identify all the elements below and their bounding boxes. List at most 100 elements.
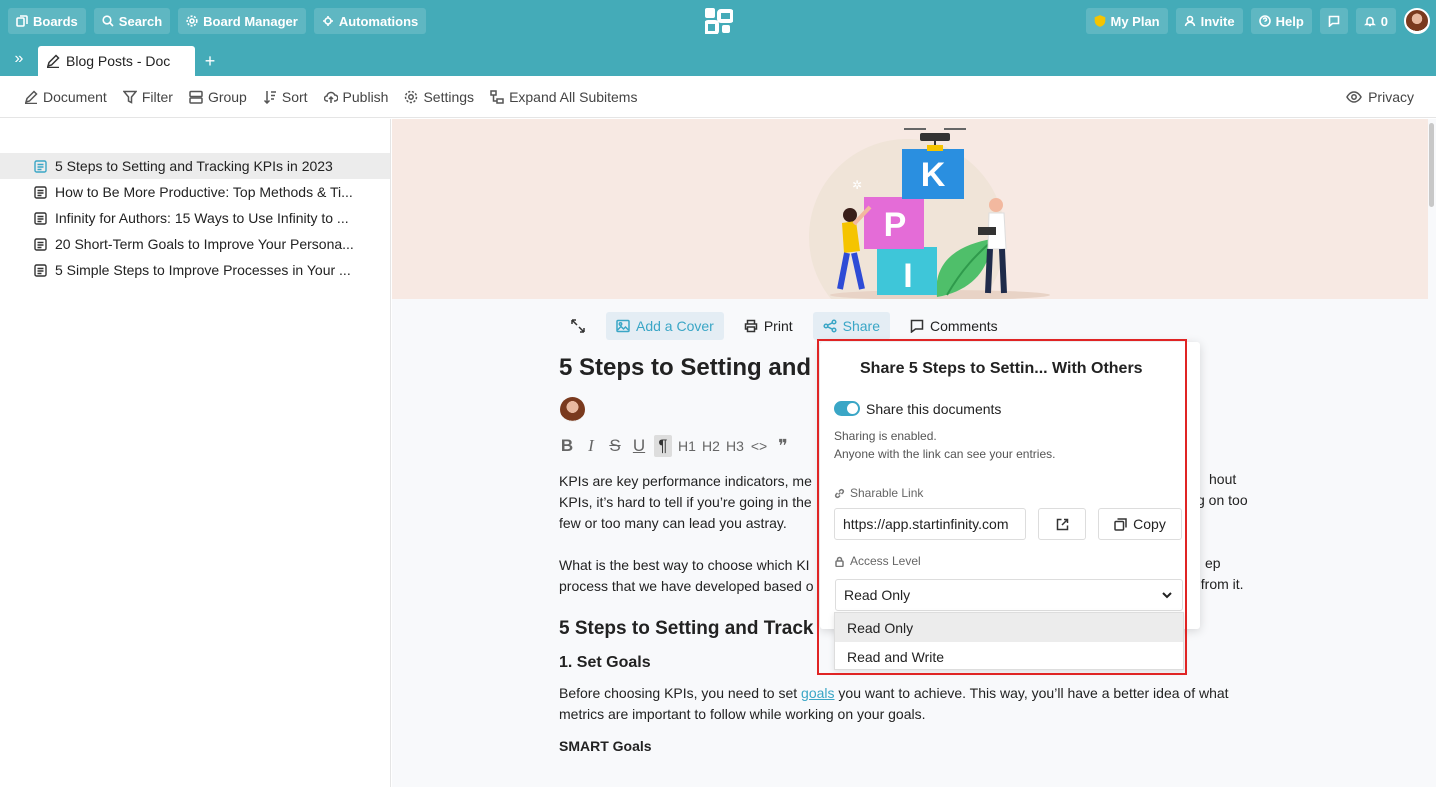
boards-label: Boards — [33, 13, 78, 29]
view-toolbar: Document Filter Group Sort Publish Setti… — [0, 76, 1436, 118]
help-button[interactable]: Help — [1250, 8, 1312, 34]
expand-all-subitems-button[interactable]: Expand All Subitems — [490, 89, 637, 105]
document-sidebar: 5 Steps to Setting and Tracking KPIs in … — [0, 119, 391, 787]
list-item-label: 20 Short-Term Goals to Improve Your Pers… — [55, 236, 354, 252]
sharable-link-label: Sharable Link — [834, 486, 923, 500]
text-line: KPIs are key performance indicators, me — [559, 473, 812, 489]
page-title[interactable]: 5 Steps to Setting and — [559, 354, 811, 382]
svg-text:P: P — [884, 206, 907, 244]
cover-image: K P I ✲ — [392, 119, 1428, 299]
infinity-logo[interactable] — [705, 8, 733, 34]
upload-cloud-icon — [323, 91, 338, 103]
h3-button[interactable]: H3 — [726, 435, 744, 457]
tab-blog-posts-doc[interactable]: Blog Posts - Doc — [38, 46, 195, 76]
status-line: Anyone with the link can see your entrie… — [834, 447, 1056, 461]
text-line: What is the best way to choose which KI — [559, 557, 810, 573]
h2-button[interactable]: H2 — [702, 435, 720, 457]
paragraph-button[interactable]: ¶ — [654, 435, 672, 457]
add-tab-button[interactable]: + — [195, 46, 225, 76]
list-item[interactable]: How to Be More Productive: Top Methods &… — [0, 179, 390, 205]
italic-button[interactable]: I — [582, 435, 600, 457]
group-button[interactable]: Group — [189, 89, 247, 105]
quote-button[interactable]: ❞ — [774, 435, 792, 457]
automations-button[interactable]: Automations — [313, 8, 427, 34]
publish-button[interactable]: Publish — [323, 88, 389, 105]
double-chevron-right-icon: » — [14, 50, 24, 67]
boards-button[interactable]: Boards — [8, 8, 86, 34]
settings-label: Settings — [423, 88, 475, 105]
label-text: Access Level — [850, 554, 921, 568]
share-button[interactable]: Share — [812, 312, 890, 340]
list-item[interactable]: 5 Simple Steps to Improve Processes in Y… — [0, 257, 390, 283]
my-plan-button[interactable]: My Plan — [1085, 8, 1168, 34]
eye-icon — [1346, 91, 1362, 103]
text-fragment: ep — [1205, 555, 1221, 571]
group-label: Group — [207, 88, 247, 105]
author-avatar[interactable] — [560, 397, 585, 422]
sort-button[interactable]: Sort — [263, 89, 308, 105]
text-line: few or too many can lead you astray. — [559, 515, 787, 531]
code-button[interactable]: <> — [750, 435, 768, 457]
board-manager-label: Board Manager — [203, 13, 298, 29]
access-level-options: Read Only Read and Write — [834, 612, 1184, 670]
option-read-and-write[interactable]: Read and Write — [835, 642, 1183, 671]
scrollbar[interactable] — [1429, 123, 1434, 207]
list-item-label: 5 Simple Steps to Improve Processes in Y… — [55, 262, 351, 278]
chevron-down-icon — [1162, 592, 1172, 599]
print-label: Print — [763, 318, 793, 334]
filter-button[interactable]: Filter — [122, 88, 173, 105]
print-button[interactable]: Print — [734, 312, 803, 340]
copy-link-button[interactable]: Copy — [1098, 508, 1182, 540]
publish-label: Publish — [342, 88, 389, 105]
document-label: Document — [43, 88, 107, 105]
paragraph: Before choosing KPIs, you need to set go… — [559, 683, 1269, 725]
bold-button[interactable]: B — [558, 435, 576, 457]
open-link-button[interactable] — [1038, 508, 1086, 540]
invite-button[interactable]: Invite — [1175, 8, 1243, 34]
share-toggle[interactable] — [834, 401, 860, 416]
label-text: Sharable Link — [850, 486, 924, 500]
option-read-only[interactable]: Read Only — [835, 613, 1183, 642]
access-level-select[interactable]: Read Only — [835, 579, 1183, 611]
comments-label: Comments — [929, 318, 998, 334]
filter-label: Filter — [141, 88, 173, 105]
edit-icon — [46, 54, 60, 68]
fullscreen-button[interactable] — [560, 312, 596, 340]
copy-label: Copy — [1133, 516, 1166, 532]
copy-icon — [1114, 517, 1127, 531]
add-cover-button[interactable]: Add a Cover — [606, 312, 724, 340]
list-item[interactable]: 20 Short-Term Goals to Improve Your Pers… — [0, 231, 390, 257]
notifications-button[interactable]: 0 — [1355, 8, 1396, 34]
comments-button[interactable]: Comments — [900, 312, 1008, 340]
list-item-label: 5 Steps to Setting and Tracking KPIs in … — [55, 158, 333, 174]
top-bar: Boards Search Board Manager Automations … — [0, 0, 1436, 42]
expand-sidebar-button[interactable]: » — [0, 42, 38, 76]
my-plan-label: My Plan — [1110, 13, 1160, 29]
share-toggle-label: Share this documents — [866, 401, 1002, 417]
list-item[interactable]: 5 Steps to Setting and Tracking KPIs in … — [0, 153, 390, 179]
search-button[interactable]: Search — [93, 8, 171, 34]
document-list: 5 Steps to Setting and Tracking KPIs in … — [0, 153, 390, 283]
external-link-icon — [1056, 518, 1068, 530]
settings-button[interactable]: Settings — [404, 89, 474, 105]
expand-all-label: Expand All Subitems — [509, 88, 638, 105]
privacy-button[interactable]: Privacy — [1346, 89, 1414, 105]
invite-label: Invite — [1200, 13, 1235, 29]
document-icon — [34, 237, 47, 251]
sharable-link-input[interactable] — [834, 508, 1026, 540]
chat-button[interactable] — [1319, 8, 1348, 34]
share-label: Share — [842, 318, 880, 334]
underline-button[interactable]: U — [630, 435, 648, 457]
board-manager-button[interactable]: Board Manager — [178, 8, 306, 34]
user-avatar[interactable] — [1404, 8, 1430, 34]
access-level-label: Access Level — [834, 554, 921, 568]
privacy-label: Privacy — [1368, 89, 1414, 105]
list-item[interactable]: Infinity for Authors: 15 Ways to Use Inf… — [0, 205, 390, 231]
h1-button[interactable]: H1 — [678, 435, 696, 457]
add-cover-label: Add a Cover — [636, 318, 714, 334]
document-button[interactable]: Document — [24, 89, 107, 105]
search-icon — [102, 15, 114, 27]
goals-link[interactable]: goals — [801, 685, 834, 701]
strikethrough-button[interactable]: S — [606, 435, 624, 457]
text-fragment: hout — [1209, 471, 1237, 487]
